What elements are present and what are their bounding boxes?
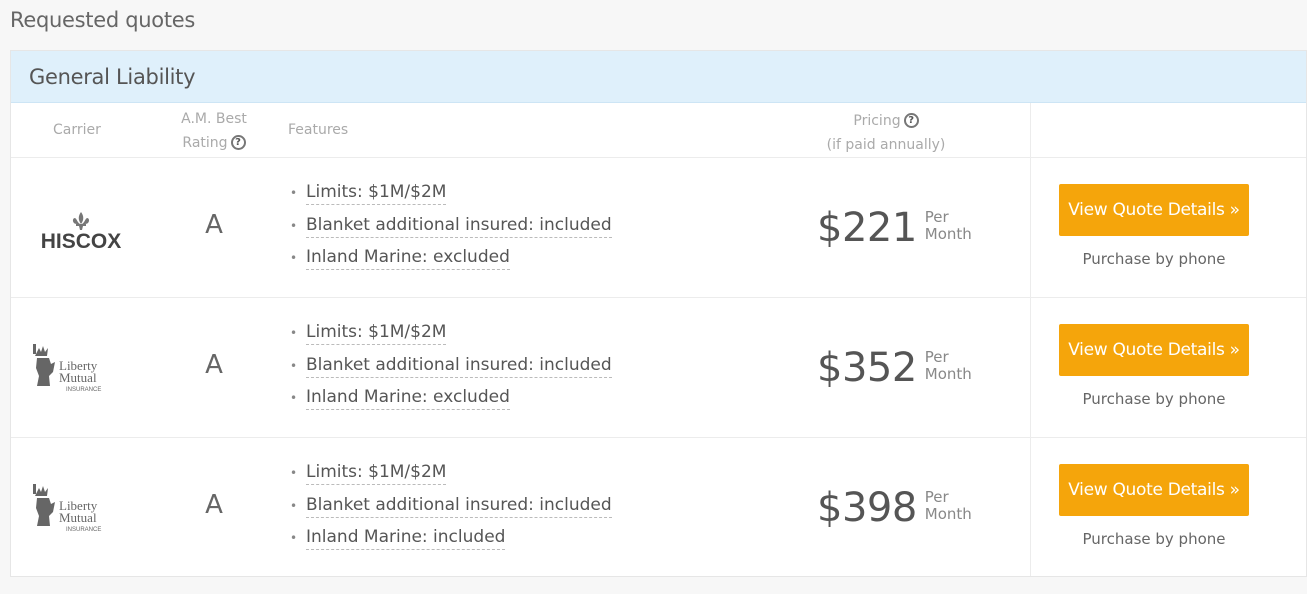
liberty-mutual-logo: Liberty Mutual INSURANCE: [31, 478, 131, 538]
view-quote-details-button[interactable]: View Quote Details »: [1059, 324, 1249, 376]
price: $221 Per Month: [817, 206, 972, 250]
hiscox-logo: HISCOX: [31, 198, 131, 258]
column-features: Features: [288, 122, 349, 138]
feature-item[interactable]: • Inland Marine: excluded: [288, 387, 612, 420]
table-header: Carrier A.M. Best Rating? Features Prici…: [11, 103, 1306, 158]
price: $398 Per Month: [817, 486, 972, 530]
quote-row: Liberty Mutual INSURANCE A • Limits: $1M/…: [11, 438, 1306, 576]
column-pricing: Pricing? (if paid annually): [811, 109, 961, 157]
help-icon[interactable]: ?: [903, 112, 919, 128]
feature-list: • Limits: $1M/$2M • Blanket additional ins…: [288, 322, 612, 420]
price-amount: $352: [817, 345, 917, 391]
feature-item[interactable]: • Inland Marine: included: [288, 527, 612, 560]
purchase-by-phone: Purchase by phone: [1082, 530, 1226, 548]
view-quote-details-button[interactable]: View Quote Details »: [1059, 464, 1249, 516]
quote-row: HISCOX A • Limits: $1M/$2M • Blanket addit…: [11, 158, 1306, 298]
rating-value: A: [205, 490, 223, 520]
column-rating-label-2: Rating: [182, 135, 228, 151]
feature-item[interactable]: • Limits: $1M/$2M: [288, 322, 612, 355]
column-pricing-label: Pricing: [853, 113, 901, 129]
mutual-wordmark: Mutual: [59, 370, 97, 385]
feature-item[interactable]: • Limits: $1M/$2M: [288, 462, 612, 495]
price-unit: Per Month: [924, 208, 972, 243]
hiscox-wordmark: HISCOX: [41, 230, 122, 253]
fleur-de-lis-icon: [72, 212, 90, 230]
price-amount: $221: [817, 205, 917, 251]
price-unit: Per Month: [924, 348, 972, 383]
price-amount: $398: [817, 485, 917, 531]
quote-list: HISCOX A • Limits: $1M/$2M • Blanket addit…: [11, 158, 1306, 576]
insurance-wordmark: INSURANCE: [66, 527, 101, 533]
section-header: General Liability: [11, 51, 1306, 103]
purchase-by-phone: Purchase by phone: [1082, 390, 1226, 408]
column-pricing-sublabel: (if paid annually): [826, 137, 946, 153]
statue-of-liberty-icon: [33, 344, 55, 386]
view-quote-details-button[interactable]: View Quote Details »: [1059, 184, 1249, 236]
feature-item[interactable]: • Inland Marine: excluded: [288, 247, 612, 280]
quotes-panel: General Liability Carrier A.M. Best Rati…: [10, 50, 1307, 577]
column-carrier: Carrier: [53, 122, 101, 138]
mutual-wordmark: Mutual: [59, 510, 97, 525]
feature-item[interactable]: • Limits: $1M/$2M: [288, 182, 612, 215]
purchase-by-phone: Purchase by phone: [1082, 250, 1226, 268]
rating-value: A: [205, 350, 223, 380]
price: $352 Per Month: [817, 346, 972, 390]
rating-value: A: [205, 210, 223, 240]
column-rating-label: A.M. Best: [181, 111, 247, 127]
help-icon[interactable]: ?: [230, 134, 246, 150]
quote-row: Liberty Mutual INSURANCE A • Limits: $1M/…: [11, 298, 1306, 438]
liberty-mutual-logo: Liberty Mutual INSURANCE: [31, 338, 131, 398]
feature-list: • Limits: $1M/$2M • Blanket additional ins…: [288, 462, 612, 560]
page-title: Requested quotes: [10, 8, 196, 32]
feature-item[interactable]: • Blanket additional insured: included: [288, 494, 612, 528]
insurance-wordmark: INSURANCE: [66, 387, 101, 393]
column-rating: A.M. Best Rating?: [169, 107, 259, 155]
statue-of-liberty-icon: [33, 484, 55, 526]
feature-item[interactable]: • Blanket additional insured: included: [288, 354, 612, 388]
feature-item[interactable]: • Blanket additional insured: included: [288, 214, 612, 248]
price-unit: Per Month: [924, 488, 972, 523]
feature-list: • Limits: $1M/$2M • Blanket additional ins…: [288, 182, 612, 280]
